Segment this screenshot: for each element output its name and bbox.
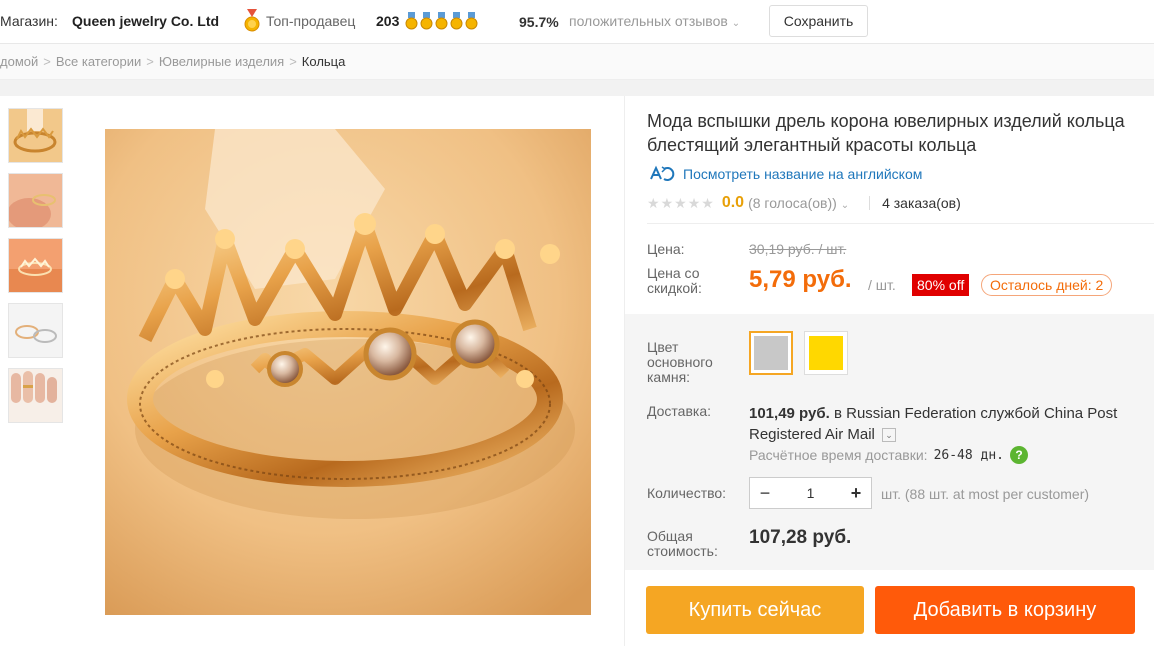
star-icon: ★ bbox=[660, 195, 674, 211]
thumbnail-3[interactable] bbox=[8, 238, 63, 293]
quantity-input[interactable]: 1 bbox=[780, 485, 841, 501]
thumbnail-1[interactable] bbox=[8, 108, 63, 163]
thumbnail-list bbox=[8, 108, 63, 433]
level-medal-icon bbox=[465, 12, 478, 30]
level-medal-icon bbox=[420, 12, 433, 30]
eta-days: 26-48 дн. bbox=[933, 447, 1005, 463]
days-left-badge: Осталось дней: 2 bbox=[981, 274, 1113, 296]
swatch-fill bbox=[754, 336, 788, 370]
total-label: Общая стоимость: bbox=[647, 528, 718, 559]
plus-icon: + bbox=[850, 482, 862, 503]
minus-icon: − bbox=[759, 482, 771, 503]
feedback-dropdown[interactable]: положительных отзывов ⌄ bbox=[569, 13, 740, 29]
shipping-price: 101,49 руб. bbox=[749, 405, 830, 422]
thumbnail-4[interactable] bbox=[8, 303, 63, 358]
feedback-label: положительных отзывов bbox=[569, 13, 728, 29]
stone-color-label: Цвет основного камня: bbox=[647, 339, 713, 385]
breadcrumb-separator: > bbox=[146, 54, 154, 69]
medal-icon bbox=[244, 9, 260, 32]
per-unit-label: / шт. bbox=[868, 277, 896, 293]
breadcrumb-rings[interactable]: Кольца bbox=[302, 54, 346, 69]
level-medal-icon bbox=[435, 12, 448, 30]
breadcrumb-home[interactable]: домой bbox=[0, 54, 38, 69]
buy-now-button[interactable]: Купить сейчас bbox=[646, 586, 864, 634]
help-icon[interactable]: ? bbox=[1010, 446, 1029, 464]
divider bbox=[647, 223, 1154, 224]
breadcrumb-separator: > bbox=[43, 54, 51, 69]
divider bbox=[869, 196, 871, 210]
translate-title-link[interactable]: Посмотреть название на английском bbox=[647, 165, 922, 183]
breadcrumb-jewelry[interactable]: Ювелирные изделия bbox=[159, 54, 284, 69]
chevron-down-icon: ⌄ bbox=[885, 430, 893, 441]
top-seller-label: Топ-продавец bbox=[266, 13, 356, 29]
thumbnail-2[interactable] bbox=[8, 173, 63, 228]
product-title: Мода вспышки дрель корона ювелирных изде… bbox=[647, 111, 1125, 155]
orders-count: 4 заказа(ов) bbox=[882, 195, 961, 211]
color-swatch-silver[interactable] bbox=[749, 331, 793, 375]
level-medal-icon bbox=[450, 12, 463, 30]
translate-label: Посмотреть название на английском bbox=[683, 166, 923, 182]
chevron-down-icon: ⌄ bbox=[840, 200, 850, 211]
star-rating: ★ ★ ★ ★ ★ bbox=[647, 196, 714, 210]
quantity-note: шт. (88 шт. at most per customer) bbox=[881, 486, 1090, 502]
votes-count: (8 голоса(ов)) bbox=[748, 195, 837, 211]
feedback-percent: 95.7% bbox=[519, 14, 559, 30]
shipping-method-dropdown[interactable]: ⌄ bbox=[882, 428, 897, 443]
old-price: 30,19 руб. / шт. bbox=[749, 241, 847, 257]
breadcrumb: домой > Все категории > Ювелирные изделия > Ко… bbox=[0, 54, 345, 69]
thumbnail-5[interactable] bbox=[8, 368, 63, 423]
translate-icon bbox=[650, 165, 675, 181]
seller-level-medals[interactable] bbox=[405, 12, 478, 32]
quantity-label: Количество: bbox=[647, 485, 727, 501]
star-icon: ★ bbox=[687, 195, 701, 211]
star-icon: ★ bbox=[674, 195, 687, 211]
breadcrumb-all-categories[interactable]: Все категории bbox=[56, 54, 141, 69]
store-label: Магазин: bbox=[0, 13, 58, 29]
delivery-estimate: Расчётное время доставки: 26-48 дн. ? bbox=[749, 446, 1029, 464]
add-to-cart-button[interactable]: Добавить в корзину bbox=[875, 586, 1135, 634]
main-product-image[interactable] bbox=[105, 129, 591, 615]
discount-badge: 80% off bbox=[912, 274, 970, 296]
star-icon: ★ bbox=[701, 195, 714, 211]
quantity-stepper: − 1 + bbox=[749, 477, 872, 509]
price-label: Цена: bbox=[647, 241, 685, 257]
star-icon: ★ bbox=[647, 195, 660, 211]
store-name-link[interactable]: Queen jewelry Co. Ltd bbox=[72, 13, 219, 29]
section-divider bbox=[0, 80, 1154, 96]
swatch-fill bbox=[809, 336, 843, 370]
store-bar: Магазин: Queen jewelry Co. Ltd Топ-прода… bbox=[0, 0, 1154, 44]
rating-value: 0.0 bbox=[721, 194, 745, 211]
color-swatch-gold[interactable] bbox=[804, 331, 848, 375]
shipping-info: 101,49 руб. в Russian Federation службой… bbox=[749, 403, 1149, 445]
increase-quantity-button[interactable]: + bbox=[841, 478, 871, 508]
discount-price-label: Цена со скидкой: bbox=[647, 265, 702, 296]
rating-row: ★ ★ ★ ★ ★ 0.0 (8 голоса(ов)) ⌄ 4 заказа(… bbox=[647, 192, 961, 214]
breadcrumb-bar: домой > Все категории > Ювелирные изделия > Ко… bbox=[0, 44, 1154, 80]
eta-label: Расчётное время доставки: bbox=[749, 447, 928, 463]
seller-score[interactable]: 203 bbox=[376, 13, 399, 29]
breadcrumb-separator: > bbox=[289, 54, 297, 69]
votes-dropdown[interactable]: (8 голоса(ов)) ⌄ bbox=[748, 195, 849, 211]
chevron-down-icon: ⌄ bbox=[731, 18, 741, 29]
discount-price: 5,79 руб. bbox=[749, 266, 852, 293]
save-store-button[interactable]: Сохранить bbox=[769, 5, 868, 37]
shipping-label: Доставка: bbox=[647, 403, 712, 419]
decrease-quantity-button[interactable]: − bbox=[750, 478, 780, 508]
total-price: 107,28 руб. bbox=[749, 527, 852, 548]
level-medal-icon bbox=[405, 12, 418, 30]
